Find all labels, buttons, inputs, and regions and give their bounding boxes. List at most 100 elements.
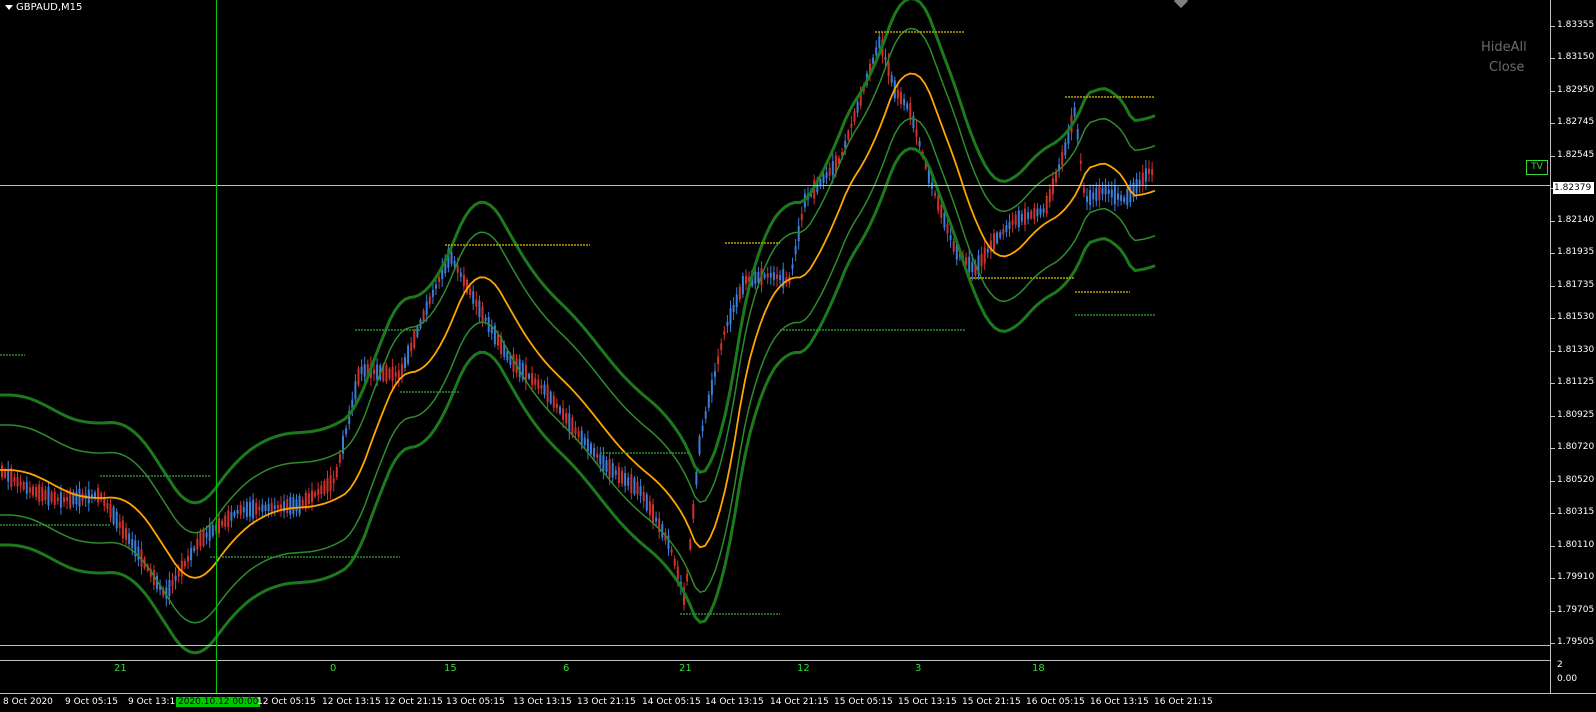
symbol-title[interactable]: GBPAUD,M15	[5, 2, 82, 13]
candle-body	[1082, 187, 1085, 194]
price-axis-tick	[1551, 123, 1555, 125]
candle-body	[1141, 172, 1144, 185]
candle-body	[125, 528, 127, 540]
candle-body	[763, 274, 766, 279]
subwindow-separator[interactable]	[0, 645, 1550, 646]
candle-body	[289, 497, 292, 515]
candle-body	[413, 330, 416, 348]
candle-body	[183, 560, 186, 567]
candle-body	[249, 501, 251, 517]
candle-body	[1113, 185, 1116, 205]
indicator-subwindow[interactable]	[0, 660, 1550, 693]
candle-body	[41, 487, 44, 502]
chart-window[interactable]: GBPAUD,M15 HideAll Close TV 1.83355 1.831…	[0, 0, 1596, 712]
candle-body	[707, 394, 710, 408]
candle-body	[986, 248, 989, 253]
triangle-down-icon[interactable]	[5, 5, 13, 10]
price-axis-label: 1.80110	[1557, 539, 1595, 550]
candle-body	[726, 321, 729, 327]
indicator-axis: 2 0.00	[1550, 660, 1596, 693]
candle-body	[1117, 193, 1119, 200]
candle-body	[912, 115, 915, 129]
candle-body	[453, 260, 456, 267]
candle-body	[118, 521, 121, 528]
price-axis-tick	[1551, 610, 1555, 612]
candle-body	[766, 273, 769, 278]
candle-body	[255, 502, 258, 515]
candle-body	[128, 533, 131, 544]
price-axis-tick	[1551, 513, 1555, 515]
candle-body	[53, 491, 56, 505]
time-axis[interactable]: 8 Oct 2020 9 Oct 05:15 9 Oct 13:15 2020.10.…	[0, 693, 1596, 712]
candle-body	[180, 560, 183, 577]
candle-body	[32, 486, 34, 496]
candle-body	[720, 343, 723, 350]
candle-body	[1014, 214, 1017, 225]
candle-body	[543, 384, 546, 395]
candle-body	[993, 233, 995, 250]
price-axis-label: 1.80520	[1557, 474, 1595, 485]
candle-body	[196, 539, 199, 550]
price-axis-label: 1.82950	[1557, 84, 1595, 95]
candle-body	[44, 490, 47, 501]
candle-body	[1076, 129, 1079, 140]
tv-badge[interactable]: TV	[1526, 160, 1548, 175]
close-button[interactable]: Close	[1489, 60, 1524, 75]
candle-body	[218, 518, 220, 534]
candle-body	[311, 490, 313, 503]
price-axis-tick	[1551, 220, 1555, 222]
time-axis-label: 13 Oct 13:15	[513, 697, 572, 707]
candle-body	[717, 356, 720, 365]
candle-body	[1020, 213, 1023, 222]
price-axis[interactable]: 1.83355 1.83150 1.82950 1.82745 1.82545 1.823…	[1550, 0, 1596, 660]
candle-body	[171, 580, 174, 587]
price-axis-tick	[1551, 643, 1555, 644]
candle-body	[314, 491, 317, 497]
price-axis-tick	[1551, 318, 1555, 320]
candle-body	[1, 465, 3, 478]
candle-body	[7, 469, 10, 482]
candle-body	[97, 487, 100, 503]
candle-body	[952, 241, 955, 252]
price-axis-label: 1.79910	[1557, 572, 1595, 583]
hide-all-button[interactable]: HideAll	[1481, 40, 1527, 55]
candle-body	[202, 528, 205, 546]
candle-body	[642, 492, 645, 502]
candle-body	[506, 351, 509, 360]
candle-body	[242, 507, 245, 513]
time-axis-label: 14 Oct 13:15	[705, 697, 764, 707]
candle-body	[934, 192, 937, 196]
candle-body	[1005, 225, 1008, 232]
candle-body	[47, 486, 50, 506]
candle-body	[345, 428, 348, 435]
candle-body	[937, 195, 940, 211]
candle-body	[1089, 190, 1092, 205]
candle-body	[1138, 179, 1141, 185]
candle-body	[624, 473, 627, 486]
candle-body	[211, 525, 214, 536]
candle-body	[1098, 185, 1101, 201]
candle-body	[208, 524, 211, 541]
candle-body	[425, 301, 428, 315]
candle-body	[1120, 195, 1123, 201]
candle-body	[391, 366, 394, 382]
candle-body	[875, 47, 878, 56]
candle-body	[224, 515, 227, 527]
candle-body	[109, 503, 112, 518]
candle-body	[404, 357, 406, 368]
price-axis-label: 1.79705	[1557, 604, 1595, 615]
candle-body	[537, 379, 540, 389]
candle-body	[559, 406, 561, 414]
candle-body	[1011, 220, 1014, 225]
candle-body	[828, 167, 831, 176]
time-axis-label: 14 Oct 21:15	[770, 697, 829, 707]
candle-body	[769, 273, 772, 278]
crosshair-vertical-line	[216, 0, 217, 693]
candle-body	[1036, 208, 1039, 217]
candle-body	[648, 501, 651, 516]
time-axis-label: 9 Oct 05:15	[65, 697, 118, 707]
price-chart-area[interactable]	[0, 0, 1550, 660]
candle-body	[59, 492, 62, 508]
candle-body	[459, 272, 462, 278]
candle-body	[28, 487, 31, 493]
